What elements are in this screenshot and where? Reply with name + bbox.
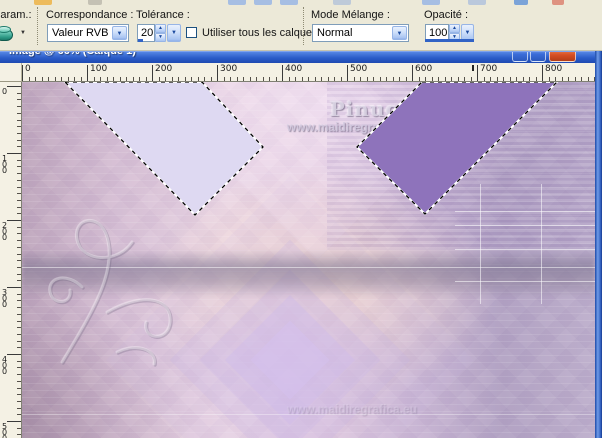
restore-button[interactable] bbox=[530, 52, 546, 62]
toolbar-separator bbox=[303, 7, 304, 45]
tolerance-spin-down-icon[interactable]: ▼ bbox=[155, 33, 166, 42]
blend-mode-dropdown-arrow-icon[interactable]: ▼ bbox=[392, 26, 407, 40]
close-button[interactable] bbox=[549, 52, 576, 62]
param-label: Param.: bbox=[0, 9, 32, 21]
correspondance-combobox[interactable]: Valeur RVB ▼ bbox=[47, 24, 129, 42]
image-window-border bbox=[595, 51, 602, 438]
image-window-title: Image @ 66% (Calque 1) bbox=[9, 51, 136, 57]
canvas-area[interactable]: Pinuccia www.maidiregrafica.eu www.maidi… bbox=[22, 82, 595, 438]
preset-dropdown-arrow-icon[interactable]: ▼ bbox=[20, 30, 26, 36]
opacity-label: Opacité : bbox=[424, 9, 469, 21]
clipped-toolbar-icon[interactable] bbox=[333, 0, 351, 5]
ruler-cursor-indicator bbox=[472, 65, 474, 71]
correspondance-label: Correspondance : bbox=[46, 9, 134, 21]
clipped-toolbar-icon[interactable] bbox=[228, 0, 246, 5]
ruler-corner bbox=[0, 63, 22, 82]
selection-overlay bbox=[63, 82, 559, 217]
use-all-layers-checkbox[interactable] bbox=[186, 27, 197, 38]
clipped-toolbar-icon[interactable] bbox=[552, 0, 564, 5]
preset-paint-bucket-icon[interactable] bbox=[0, 25, 15, 42]
clipped-toolbar-icon[interactable] bbox=[88, 0, 102, 5]
opacity-spin-up-icon[interactable]: ▲ bbox=[449, 24, 460, 33]
clipped-toolbar-icon[interactable] bbox=[514, 0, 528, 5]
ruler-horizontal: 0 100 200 300 400 500 600 700 800 bbox=[22, 63, 596, 82]
app-screen: Param.: ▼ Correspondance : Valeur RVB ▼ … bbox=[0, 0, 602, 438]
minimize-button[interactable] bbox=[512, 52, 528, 62]
correspondance-value: Valeur RVB bbox=[52, 27, 109, 39]
tolerance-spinner: ▲ ▼ bbox=[155, 24, 166, 42]
clipped-toolbar-icon[interactable] bbox=[280, 0, 298, 5]
tolerance-meter bbox=[138, 39, 143, 42]
light-lavender-selection[interactable] bbox=[65, 82, 263, 215]
ruler-vertical: 0100200300400500 bbox=[0, 82, 22, 438]
use-all-layers-label: Utiliser tous les calques bbox=[202, 27, 318, 39]
clipped-toolbar-icon[interactable] bbox=[422, 0, 440, 5]
opacity-meter bbox=[425, 39, 474, 42]
opacity-value: 100 bbox=[429, 27, 448, 39]
clipped-toolbar-icon[interactable] bbox=[468, 0, 486, 5]
toolbar-separator bbox=[37, 7, 38, 45]
blend-mode-value: Normal bbox=[317, 27, 353, 39]
clipped-toolbar-icon[interactable] bbox=[254, 0, 272, 5]
correspondance-dropdown-arrow-icon[interactable]: ▼ bbox=[112, 26, 127, 40]
tolerance-slider-arrow-icon[interactable]: ▼ bbox=[167, 24, 181, 42]
blend-mode-label: Mode Mélange : bbox=[311, 9, 390, 21]
tolerance-value: 20 bbox=[141, 27, 154, 39]
purple-selection[interactable] bbox=[357, 82, 557, 214]
clipped-toolbar-icon[interactable] bbox=[34, 0, 52, 5]
image-window-titlebar[interactable]: Image @ 66% (Calque 1) bbox=[0, 51, 602, 63]
blend-mode-combobox[interactable]: Normal ▼ bbox=[312, 24, 409, 42]
tolerance-spin-up-icon[interactable]: ▲ bbox=[155, 24, 166, 33]
tolerance-label: Tolérance : bbox=[136, 9, 190, 21]
